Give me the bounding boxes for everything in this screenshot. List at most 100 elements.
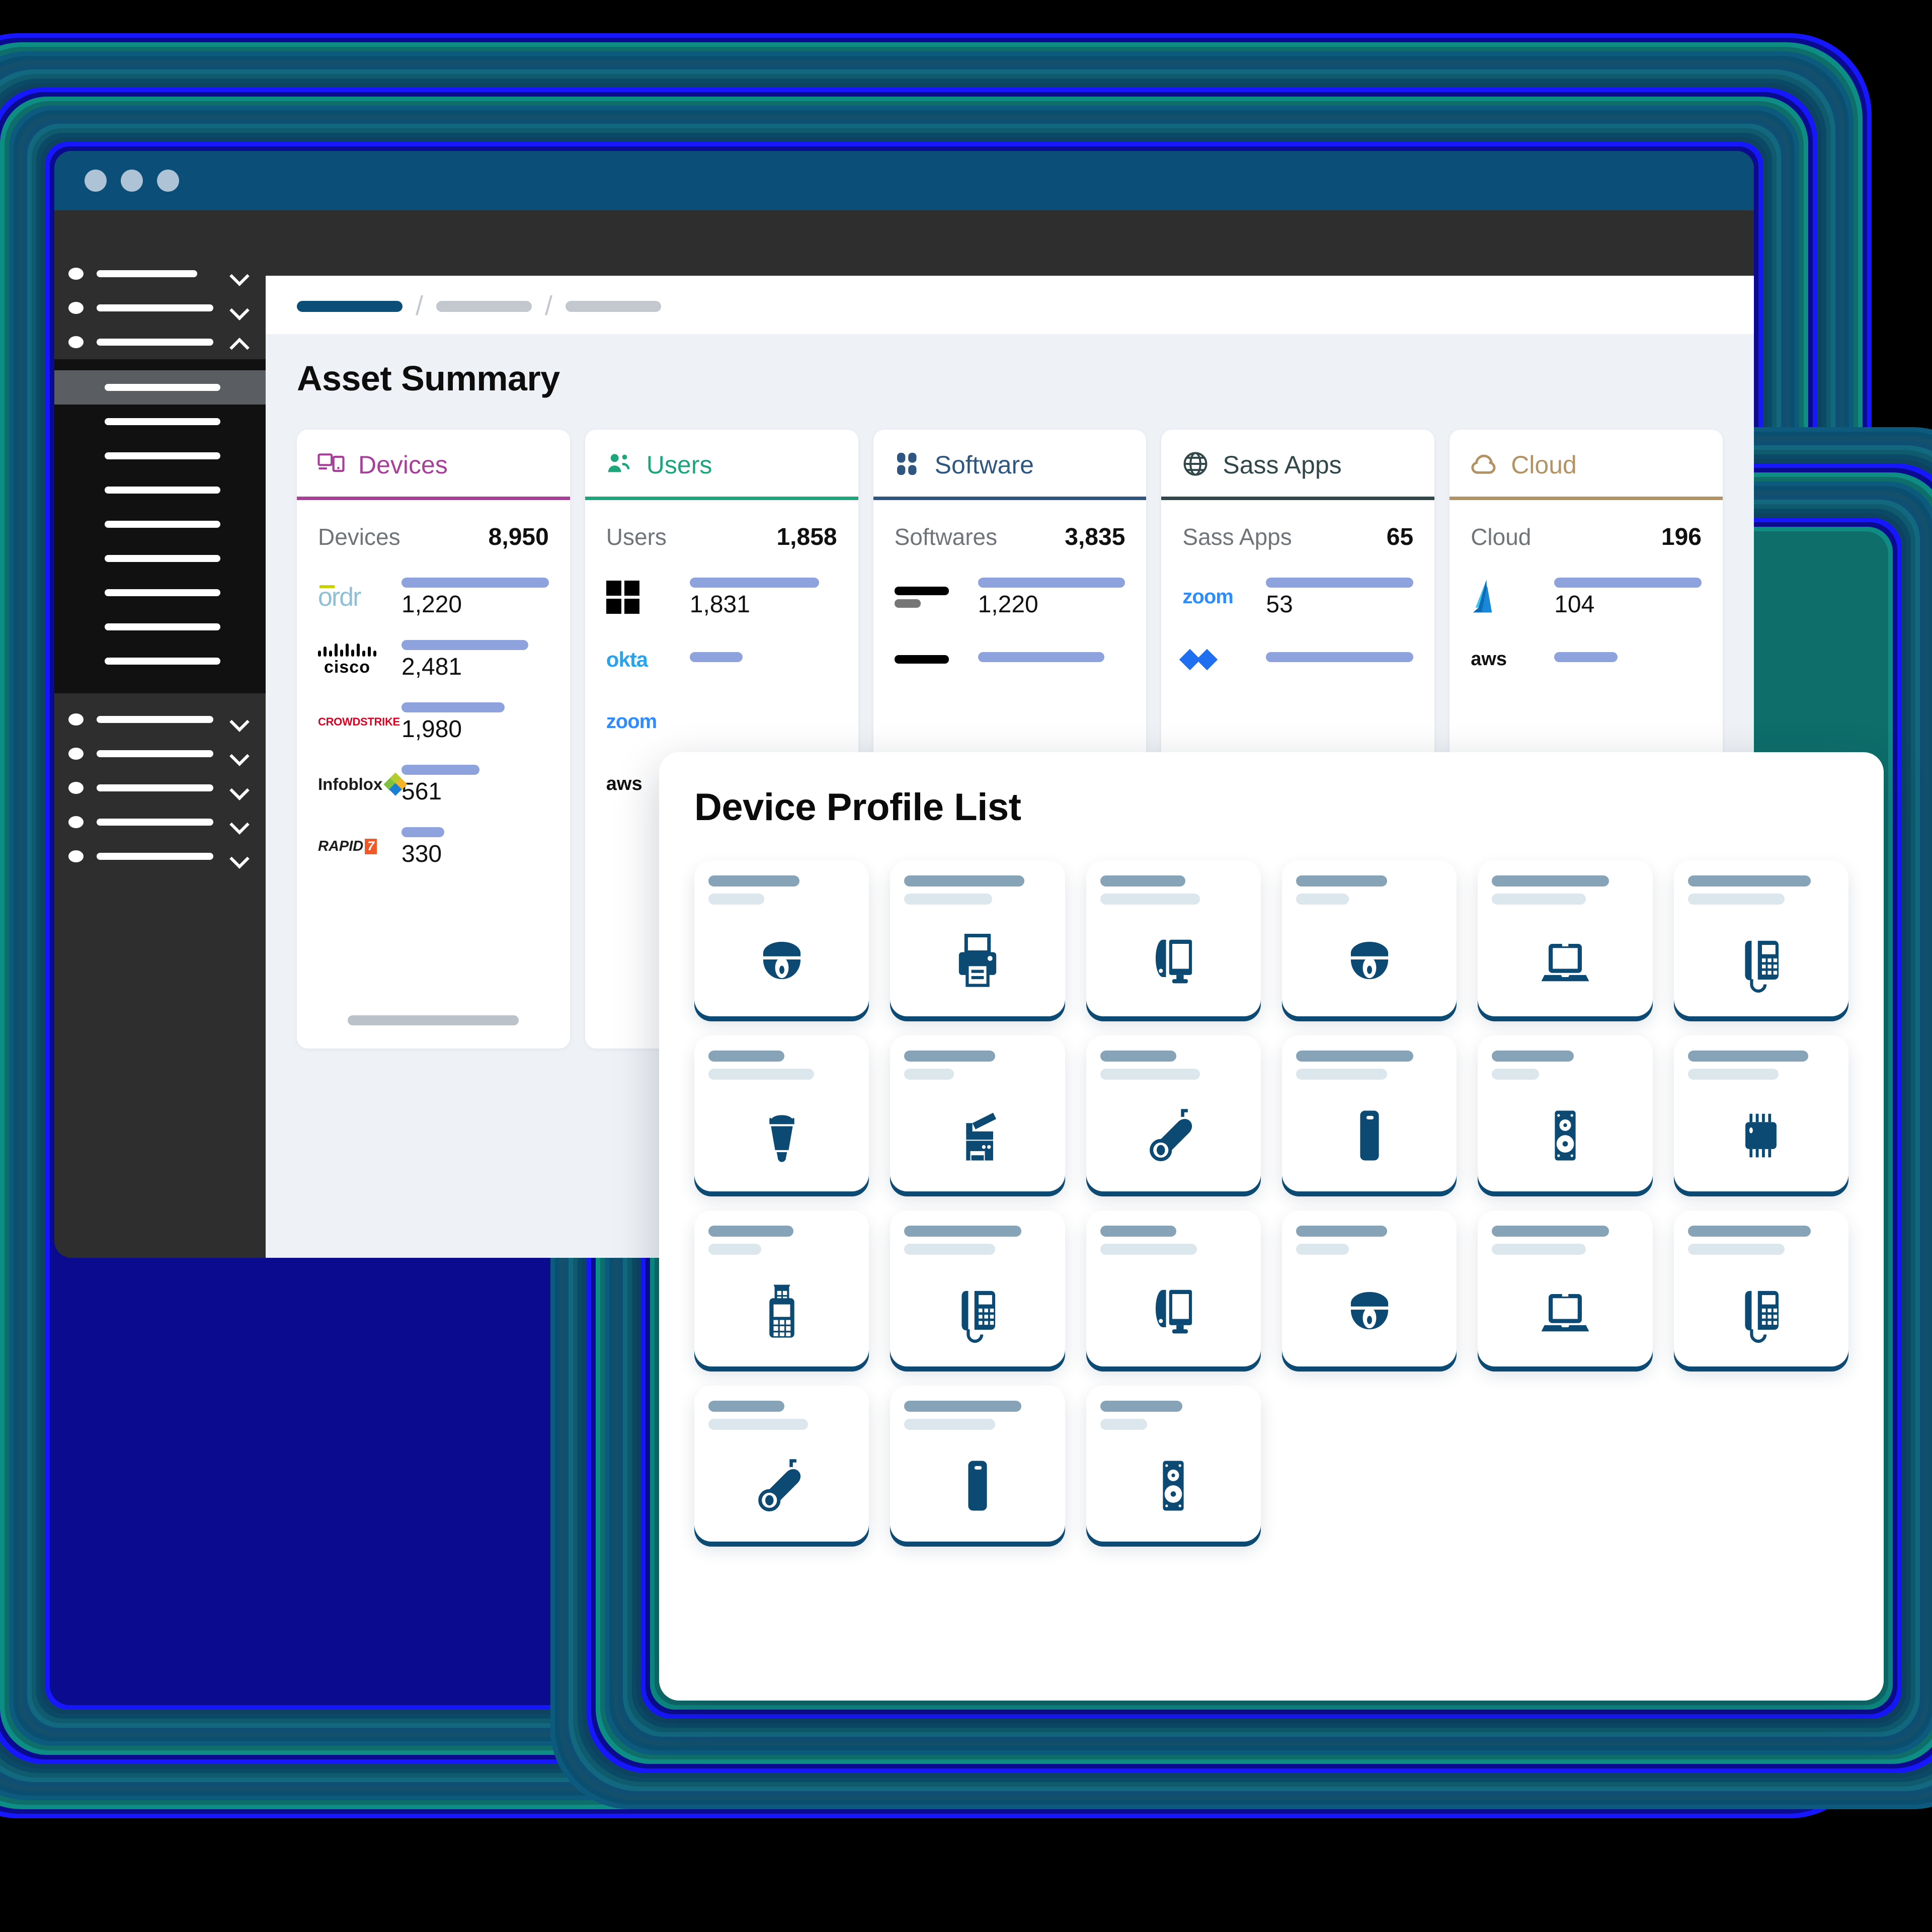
maximize-icon[interactable] bbox=[157, 170, 179, 192]
sidebar-subitem-2[interactable] bbox=[54, 439, 266, 473]
device-profile-tile[interactable] bbox=[694, 1211, 869, 1366]
tile-title-skeleton bbox=[1492, 1226, 1609, 1237]
vendor-count: 1,831 bbox=[689, 591, 750, 618]
device-profile-tile[interactable] bbox=[1086, 1035, 1261, 1191]
breadcrumb-item-1[interactable] bbox=[297, 300, 403, 312]
device-profile-tile[interactable] bbox=[1282, 1211, 1457, 1366]
sidebar-subitem-8[interactable] bbox=[54, 644, 266, 678]
tile-title-skeleton bbox=[1492, 1051, 1574, 1062]
vendor-row bbox=[1161, 628, 1434, 691]
sidebar-subitem-label bbox=[105, 418, 220, 425]
sidebar-navigation[interactable] bbox=[54, 210, 266, 1258]
tile-title-skeleton bbox=[708, 1051, 785, 1062]
breadcrumb-item-2[interactable] bbox=[436, 300, 532, 312]
zoom-logo: zoom bbox=[1182, 586, 1233, 608]
device-profile-tile[interactable] bbox=[1478, 860, 1653, 1016]
device-profile-tile[interactable] bbox=[890, 1386, 1065, 1542]
breadcrumb-item-3[interactable] bbox=[566, 300, 662, 312]
device-profile-tile[interactable] bbox=[694, 1035, 869, 1191]
device-profile-tile[interactable] bbox=[1282, 860, 1457, 1016]
sidebar-item-bottom-3[interactable] bbox=[54, 805, 266, 839]
kpi-value: 8,950 bbox=[488, 523, 549, 550]
sidebar-subitem-1[interactable] bbox=[54, 405, 266, 439]
tile-subtitle-skeleton bbox=[904, 1069, 954, 1080]
sidebar-subitem-0[interactable] bbox=[54, 370, 266, 405]
card-scrollbar[interactable] bbox=[348, 1015, 519, 1025]
device-profile-tile[interactable] bbox=[1478, 1211, 1653, 1366]
tile-title-skeleton bbox=[1100, 1051, 1177, 1062]
device-profile-tile[interactable] bbox=[890, 1035, 1065, 1191]
vendor-meter-bar bbox=[689, 652, 743, 662]
sidebar-item-top-1[interactable] bbox=[54, 291, 266, 325]
sidebar-item-bottom-2[interactable] bbox=[54, 771, 266, 805]
vendor-count: 53 bbox=[1266, 591, 1293, 618]
card-accent-rule bbox=[585, 496, 858, 500]
sidebar-subitem-label bbox=[105, 487, 220, 494]
sidebar-subitem-7[interactable] bbox=[54, 610, 266, 644]
chevron-down-icon[interactable] bbox=[230, 299, 248, 316]
sidebar-item-bottom-4[interactable] bbox=[54, 839, 266, 873]
sidebar-item-top-2[interactable] bbox=[54, 325, 266, 359]
aws-logo: aws bbox=[606, 773, 642, 795]
windows-logo bbox=[606, 580, 639, 614]
chevron-down-icon[interactable] bbox=[230, 848, 248, 865]
sidebar-item-label bbox=[97, 716, 213, 723]
chip-icon bbox=[1728, 1080, 1794, 1191]
chevron-down-icon[interactable] bbox=[230, 745, 248, 762]
close-icon[interactable] bbox=[85, 170, 107, 192]
users-icon bbox=[605, 450, 633, 480]
card-header: Software bbox=[873, 430, 1147, 497]
breadcrumb[interactable]: / / bbox=[266, 292, 1754, 319]
azure-logo bbox=[1471, 578, 1501, 616]
sidebar-subitem-5[interactable] bbox=[54, 541, 266, 576]
tile-subtitle-skeleton bbox=[1100, 894, 1200, 905]
modal-title: Device Profile List bbox=[694, 786, 1021, 829]
vendor-count: 2,481 bbox=[401, 653, 462, 680]
device-profile-tile[interactable] bbox=[1673, 1211, 1848, 1366]
window-titlebar bbox=[54, 151, 1754, 210]
device-profile-tile[interactable] bbox=[694, 860, 869, 1016]
kpi-label: Users bbox=[606, 523, 667, 550]
device-profile-tile[interactable] bbox=[1478, 1035, 1653, 1191]
device-profile-tile[interactable] bbox=[694, 1386, 869, 1542]
sidebar-item-top-0[interactable] bbox=[54, 257, 266, 291]
device-profile-tile[interactable] bbox=[1673, 1035, 1848, 1191]
summary-card-devices[interactable]: Devices Devices 8,950 ordr 1,220 cisco 2,481 CR… bbox=[297, 429, 570, 1049]
chevron-down-icon[interactable] bbox=[230, 814, 248, 831]
device-profile-tile[interactable] bbox=[1282, 1035, 1457, 1191]
tile-title-skeleton bbox=[1492, 875, 1609, 887]
pos-terminal-icon bbox=[749, 1255, 815, 1366]
tile-subtitle-skeleton bbox=[1296, 894, 1349, 905]
sidebar-item-bottom-1[interactable] bbox=[54, 737, 266, 771]
bullet-camera-icon bbox=[1140, 1080, 1206, 1191]
device-profile-tile[interactable] bbox=[890, 860, 1065, 1016]
dome-camera-icon bbox=[1336, 1255, 1403, 1366]
sidebar-subitem-6[interactable] bbox=[54, 576, 266, 610]
mobile-phone-icon bbox=[944, 1430, 1011, 1542]
tile-title-skeleton bbox=[1100, 875, 1185, 887]
dome-camera-icon bbox=[1336, 905, 1403, 1016]
speaker-icon bbox=[1140, 1430, 1206, 1542]
chevron-down-icon[interactable] bbox=[230, 779, 248, 796]
device-profile-tile[interactable] bbox=[1086, 1211, 1261, 1366]
tile-subtitle-skeleton bbox=[708, 894, 764, 905]
bullet-icon bbox=[68, 713, 84, 726]
vendor-meter-bar bbox=[401, 702, 505, 712]
card-header: Users bbox=[585, 430, 858, 497]
kpi-value: 1,858 bbox=[776, 523, 837, 550]
minimize-icon[interactable] bbox=[121, 170, 143, 192]
smart-bulb-icon bbox=[749, 1080, 815, 1191]
zoom-logo: zoom bbox=[606, 710, 657, 733]
device-profile-tile[interactable] bbox=[890, 1211, 1065, 1366]
desktop-icon bbox=[1140, 905, 1206, 1016]
device-profile-tile[interactable] bbox=[1673, 860, 1848, 1016]
device-profile-tile[interactable] bbox=[1086, 1386, 1261, 1542]
sidebar-item-bottom-0[interactable] bbox=[54, 702, 266, 737]
sidebar-subitem-4[interactable] bbox=[54, 507, 266, 541]
chevron-down-icon[interactable] bbox=[230, 265, 248, 282]
sidebar-subitem-3[interactable] bbox=[54, 473, 266, 507]
chevron-down-icon[interactable] bbox=[230, 711, 248, 728]
device-profile-tile[interactable] bbox=[1086, 860, 1261, 1016]
chevron-up-icon[interactable] bbox=[230, 334, 248, 351]
vendor-meter-bar bbox=[401, 639, 528, 650]
